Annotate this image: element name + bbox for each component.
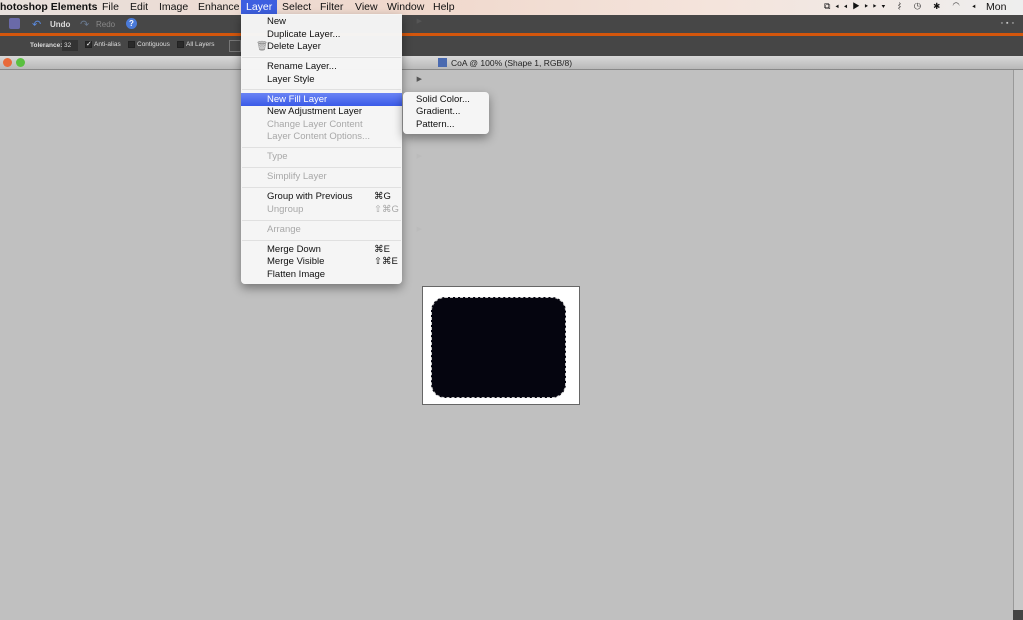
gradient-item[interactable]: Gradient... [416,106,460,118]
menu-item-change-layer-content: Change Layer Content▶ [267,119,422,131]
menu-item-merge-down[interactable]: Merge Down ⌘E [267,244,402,256]
all-layers-checkbox[interactable]: All Layers [177,41,215,48]
new-fill-layer-submenu: Solid Color... Gradient... Pattern... [403,92,489,134]
menu-item-simplify-layer: Simplify Layer [267,171,402,183]
close-icon[interactable] [3,58,12,67]
menu-item-layer-style[interactable]: Layer Style ▶ [267,74,422,86]
menu-item-label: Layer Style [267,74,315,85]
menu-separator [242,187,401,188]
refine-button[interactable] [229,40,241,52]
menu-item-delete-layer[interactable]: Delete Layer 🗑 [256,41,402,53]
menu-item-label: Layer Content Options... [267,131,370,142]
document-canvas[interactable] [422,286,580,405]
menu-layer[interactable]: Layer [241,0,278,15]
save-icon[interactable] [9,18,20,29]
options-bar: Tolerance: 32 ✓ Anti-alias Contiguous All… [0,36,1023,56]
pattern-item[interactable]: Pattern... [416,119,455,131]
menu-separator [242,167,401,168]
menu-image[interactable]: Image [159,1,188,13]
document-icon [438,58,447,67]
submenu-arrow-icon: ▶ [416,226,422,233]
menu-item-label: Arrange [267,224,301,235]
menu-window[interactable]: Window [387,1,424,13]
menu-item-new[interactable]: New ▶ [267,16,422,28]
menu-item-rename-layer[interactable]: Rename Layer... [267,61,402,73]
menu-item-label: Rename Layer... [267,61,337,72]
trash-icon: 🗑 [256,41,269,52]
tolerance-label: Tolerance: [30,42,63,49]
menu-item-label: Group with Previous [267,191,353,202]
shortcut: ⌘E [374,244,390,255]
menu-item-label: Change Layer Content [267,119,363,130]
redo-button[interactable]: Redo [96,20,115,29]
status-icons[interactable]: ⧉◂◂▶▸▸▾ ⌇ ◷ ✱ ◠ ◂ [824,1,981,12]
document-title: CoA @ 100% (Shape 1, RGB/8) [451,58,573,68]
menu-item-label: Ungroup [267,204,304,215]
menu-item-flatten-image[interactable]: Flatten Image [267,269,402,281]
menu-item-label: Flatten Image [267,269,326,280]
menu-item-label: Simplify Layer [267,171,327,182]
menu-item-label: Merge Visible [267,256,325,267]
menu-item-label: Merge Down [267,244,321,255]
menu-item-duplicate-layer[interactable]: Duplicate Layer... [267,29,402,41]
menu-item-new-fill-layer[interactable]: New Fill Layer▶ [267,94,422,106]
anti-alias-label: Anti-alias [94,41,121,49]
submenu-arrow-icon: ▶ [416,76,422,83]
undo-button[interactable]: Undo [50,20,70,29]
menu-item-label: Duplicate Layer... [267,29,341,40]
zoom-icon[interactable] [16,58,25,67]
menu-separator [242,220,401,221]
solid-color-item[interactable]: Solid Color... [416,94,470,106]
menu-item-layer-content-options: Layer Content Options... [267,131,402,143]
menu-item-new-adjustment-layer[interactable]: New Adjustment Layer▶ [267,106,422,118]
menu-edit[interactable]: Edit [130,1,148,13]
redo-icon[interactable]: ↷ [80,18,89,31]
help-icon[interactable]: ? [126,18,137,29]
rounded-rectangle-shape-selection[interactable] [431,297,566,398]
menu-help[interactable]: Help [433,1,455,13]
menu-item-label: New [267,16,287,27]
submenu-arrow-icon: ▶ [416,153,422,160]
tolerance-input[interactable]: 32 [62,40,78,51]
undo-icon[interactable]: ↶ [32,18,41,31]
menu-item-label: New Adjustment Layer [267,106,363,117]
menu-item-type: Type ▶ [267,151,422,163]
menu-item-merge-visible[interactable]: Merge Visible ⇧⌘E [267,256,402,268]
app-menu[interactable]: hotoshop Elements [0,1,97,13]
menu-separator [242,147,401,148]
contiguous-checkbox[interactable]: Contiguous [128,41,170,48]
menu-file[interactable]: File [102,1,119,13]
menu-enhance[interactable]: Enhance [198,1,239,13]
submenu-arrow-icon: ▶ [416,18,422,25]
menu-bar: hotoshop Elements File Edit Image Enhanc… [0,0,1023,25]
menu-filter[interactable]: Filter [320,1,343,13]
menu-view[interactable]: View [355,1,378,13]
menu-item-arrange: Arrange ▶ [267,224,422,236]
all-layers-label: All Layers [186,41,215,49]
shortcut: ⇧⌘E [374,256,398,267]
shortcut: ⌘G [374,191,391,202]
anti-alias-checkbox[interactable]: ✓ Anti-alias [85,41,121,48]
menu-select[interactable]: Select [282,1,311,13]
menu-separator [242,240,401,241]
menu-item-group-with-previous[interactable]: Group with Previous ⌘G [267,191,402,203]
menu-item-ungroup: Ungroup ⇧⌘G [267,204,402,216]
window-controls[interactable]: ▫▪▫ [1001,20,1017,27]
menu-separator [242,89,401,90]
menu-separator [242,57,401,58]
scrollbar-track[interactable] [1013,70,1023,610]
layer-menu: New ▶ Duplicate Layer... Delete Layer 🗑 Renam… [241,14,422,284]
toolbar: ↶ Undo ↷ Redo ? ▫▪▫ [0,15,1023,34]
contiguous-label: Contiguous [137,41,170,49]
menu-item-label: New Fill Layer [267,94,328,105]
menu-item-label: Delete Layer [267,41,321,52]
shortcut: ⇧⌘G [374,204,399,215]
document-title-bar: CoA @ 100% (Shape 1, RGB/8) [0,56,1023,70]
menu-item-label: Type [267,151,288,162]
